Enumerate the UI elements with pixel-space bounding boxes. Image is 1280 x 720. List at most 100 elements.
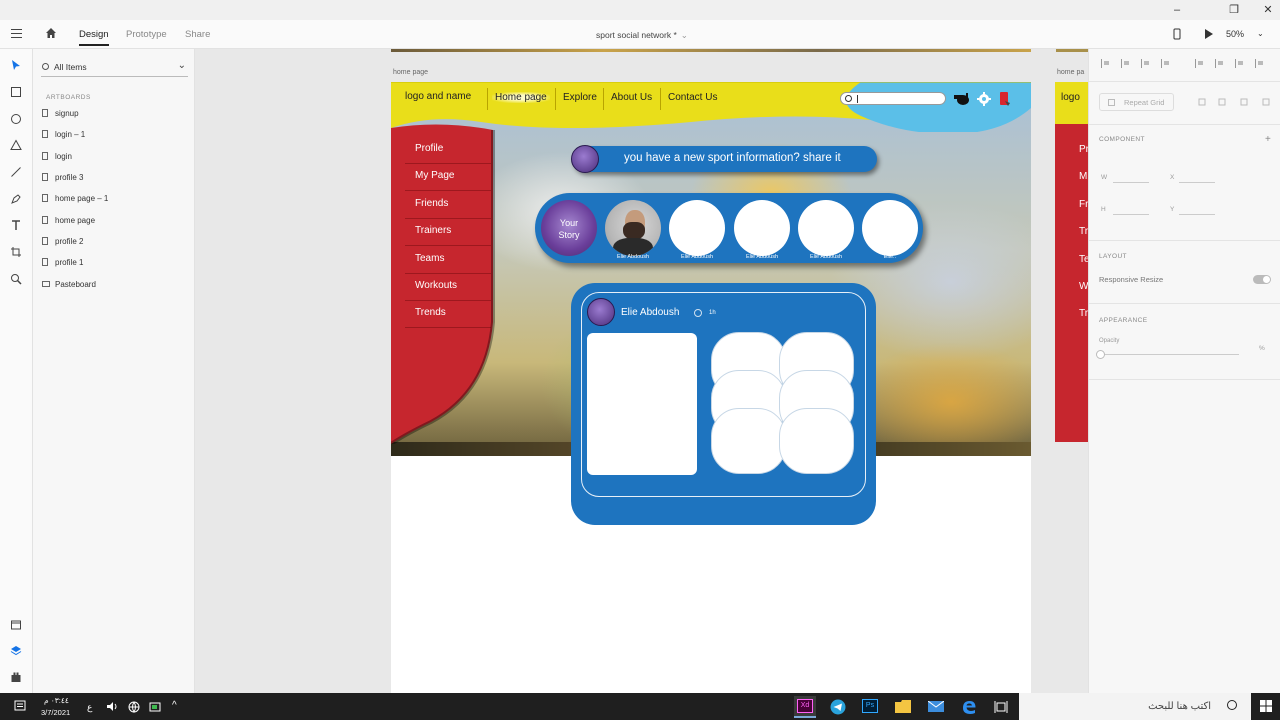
clock-date[interactable]: 3/7/2021 [41,708,70,717]
align-top-icon[interactable] [1101,59,1110,68]
add-component-icon[interactable]: + [1265,134,1271,145]
plugins-icon[interactable] [10,671,22,683]
align-left-icon[interactable] [1161,59,1170,68]
chevron-down-icon[interactable]: ⌄ [178,60,186,71]
gear-icon[interactable] [977,92,991,106]
y-field[interactable] [1179,214,1215,215]
profile-artboard-partial[interactable]: logo Pr M Fr Tr Te W Tr [1055,82,1088,442]
layer-item[interactable]: profile 3 [41,170,191,186]
document-title[interactable]: sport social network * ⌄ [596,30,688,41]
post-card[interactable]: Elie Abdoush 1h [571,283,876,525]
opacity-value[interactable]: % [1259,345,1265,352]
your-story[interactable]: Your Story [541,200,597,256]
post-image-thumb[interactable] [779,408,854,474]
play-icon[interactable] [1204,29,1213,39]
layer-item[interactable]: profile 2 [41,234,191,250]
align-middle-icon[interactable] [1121,59,1130,68]
pen-tool-icon[interactable] [10,193,22,205]
avatar[interactable] [587,298,615,326]
height-field[interactable] [1113,214,1149,215]
side-menu-trainers[interactable]: Trainers [415,225,451,236]
logo-placeholder[interactable]: logo and name [405,91,471,102]
nav-link-contact[interactable]: Contact Us [668,92,717,103]
responsive-resize-toggle[interactable] [1253,275,1271,284]
home-page-artboard[interactable]: logo and name Home page Explore About Us… [391,82,1031,693]
side-menu-trends[interactable]: Trends [415,307,446,318]
clock-time[interactable]: ٠٣:٤٤ م [44,696,69,705]
artboard-label[interactable]: home pa [1057,69,1084,76]
site-search-input[interactable] [840,92,946,105]
taskbar-app-edge[interactable] [958,696,980,718]
share-post-bar[interactable]: you have a new sport information? share … [571,145,877,173]
layer-item[interactable]: home page – 1 [41,191,191,207]
layer-item[interactable]: signup [41,106,191,122]
select-tool-icon[interactable] [10,59,22,71]
battery-icon[interactable] [149,702,162,712]
side-menu-teams[interactable]: Teams [415,253,444,264]
close-button[interactable]: ✕ [1261,3,1275,17]
layers-icon[interactable] [10,645,22,657]
align-bottom-icon[interactable] [1141,59,1150,68]
layer-item[interactable]: home page [41,213,191,229]
tab-prototype[interactable]: Prototype [126,29,167,40]
repeat-grid-button[interactable]: Repeat Grid [1099,93,1174,111]
side-menu-friends[interactable]: Friends [415,198,448,209]
line-tool-icon[interactable] [10,166,22,178]
story-item[interactable] [734,200,790,256]
layer-item[interactable]: Pasteboard [41,277,191,293]
ellipse-tool-icon[interactable] [10,113,22,125]
language-indicator[interactable]: ع [87,702,92,713]
distribute-v-icon[interactable] [1255,59,1264,68]
side-menu-workouts[interactable]: Workouts [415,280,457,291]
nav-link-home[interactable]: Home page [492,92,550,103]
layer-item[interactable]: login – 1 [41,127,191,143]
taskbar-app-xd[interactable]: Xd [794,696,816,718]
align-right-icon[interactable] [1215,59,1224,68]
post-image-thumb[interactable] [711,408,786,474]
text-tool-icon[interactable] [10,219,22,231]
zoom-chevron-icon[interactable]: ⌄ [1257,29,1264,38]
story-item[interactable] [605,200,661,256]
nav-link-about[interactable]: About Us [611,92,652,103]
side-menu-profile[interactable]: Profile [415,143,443,154]
story-item[interactable] [862,200,918,256]
side-menu-my-page[interactable]: My Page [415,170,454,181]
rectangle-tool-icon[interactable] [10,86,22,98]
distribute-h-icon[interactable] [1235,59,1244,68]
nav-link-explore[interactable]: Explore [563,92,597,103]
taskbar-task-view[interactable] [990,696,1012,718]
hamburger-menu-icon[interactable] [11,29,22,38]
logout-icon[interactable] [999,91,1011,107]
taskbar-app-mail[interactable] [925,696,947,718]
boolean-ops-icons[interactable] [1197,97,1275,107]
tab-share[interactable]: Share [185,29,210,40]
windows-start-icon[interactable] [1260,700,1272,712]
taskbar-app-photoshop[interactable]: Ps [859,696,881,718]
width-field[interactable] [1113,182,1149,183]
tab-design[interactable]: Design [79,29,109,46]
assets-icon[interactable] [10,619,22,631]
restore-button[interactable]: ❐ [1227,3,1241,17]
minimize-button[interactable]: – [1170,3,1184,17]
align-center-icon[interactable] [1195,59,1204,68]
opacity-slider[interactable] [1096,350,1239,359]
story-item[interactable] [798,200,854,256]
zoom-level[interactable]: 50% [1226,29,1244,39]
layer-item[interactable]: login [41,149,191,165]
taskbar-app-files[interactable] [892,696,914,718]
show-hidden-icons-chevron[interactable]: ^ [172,700,177,711]
slider-knob[interactable] [1096,350,1105,359]
whistle-icon[interactable] [953,92,971,106]
artboard-tool-icon[interactable] [10,246,22,258]
volume-icon[interactable] [106,701,118,712]
post-image[interactable] [587,333,697,475]
design-canvas[interactable]: home page home pa logo and name Home pag… [195,49,1088,693]
x-field[interactable] [1179,182,1215,183]
taskbar-search[interactable]: اكتب هنا للبحث [1019,693,1251,720]
polygon-tool-icon[interactable] [10,139,22,151]
home-icon[interactable] [45,27,57,39]
mobile-preview-icon[interactable] [1173,28,1181,40]
story-item[interactable] [669,200,725,256]
layer-item[interactable]: profile 1 [41,255,191,271]
zoom-tool-icon[interactable] [10,273,22,285]
